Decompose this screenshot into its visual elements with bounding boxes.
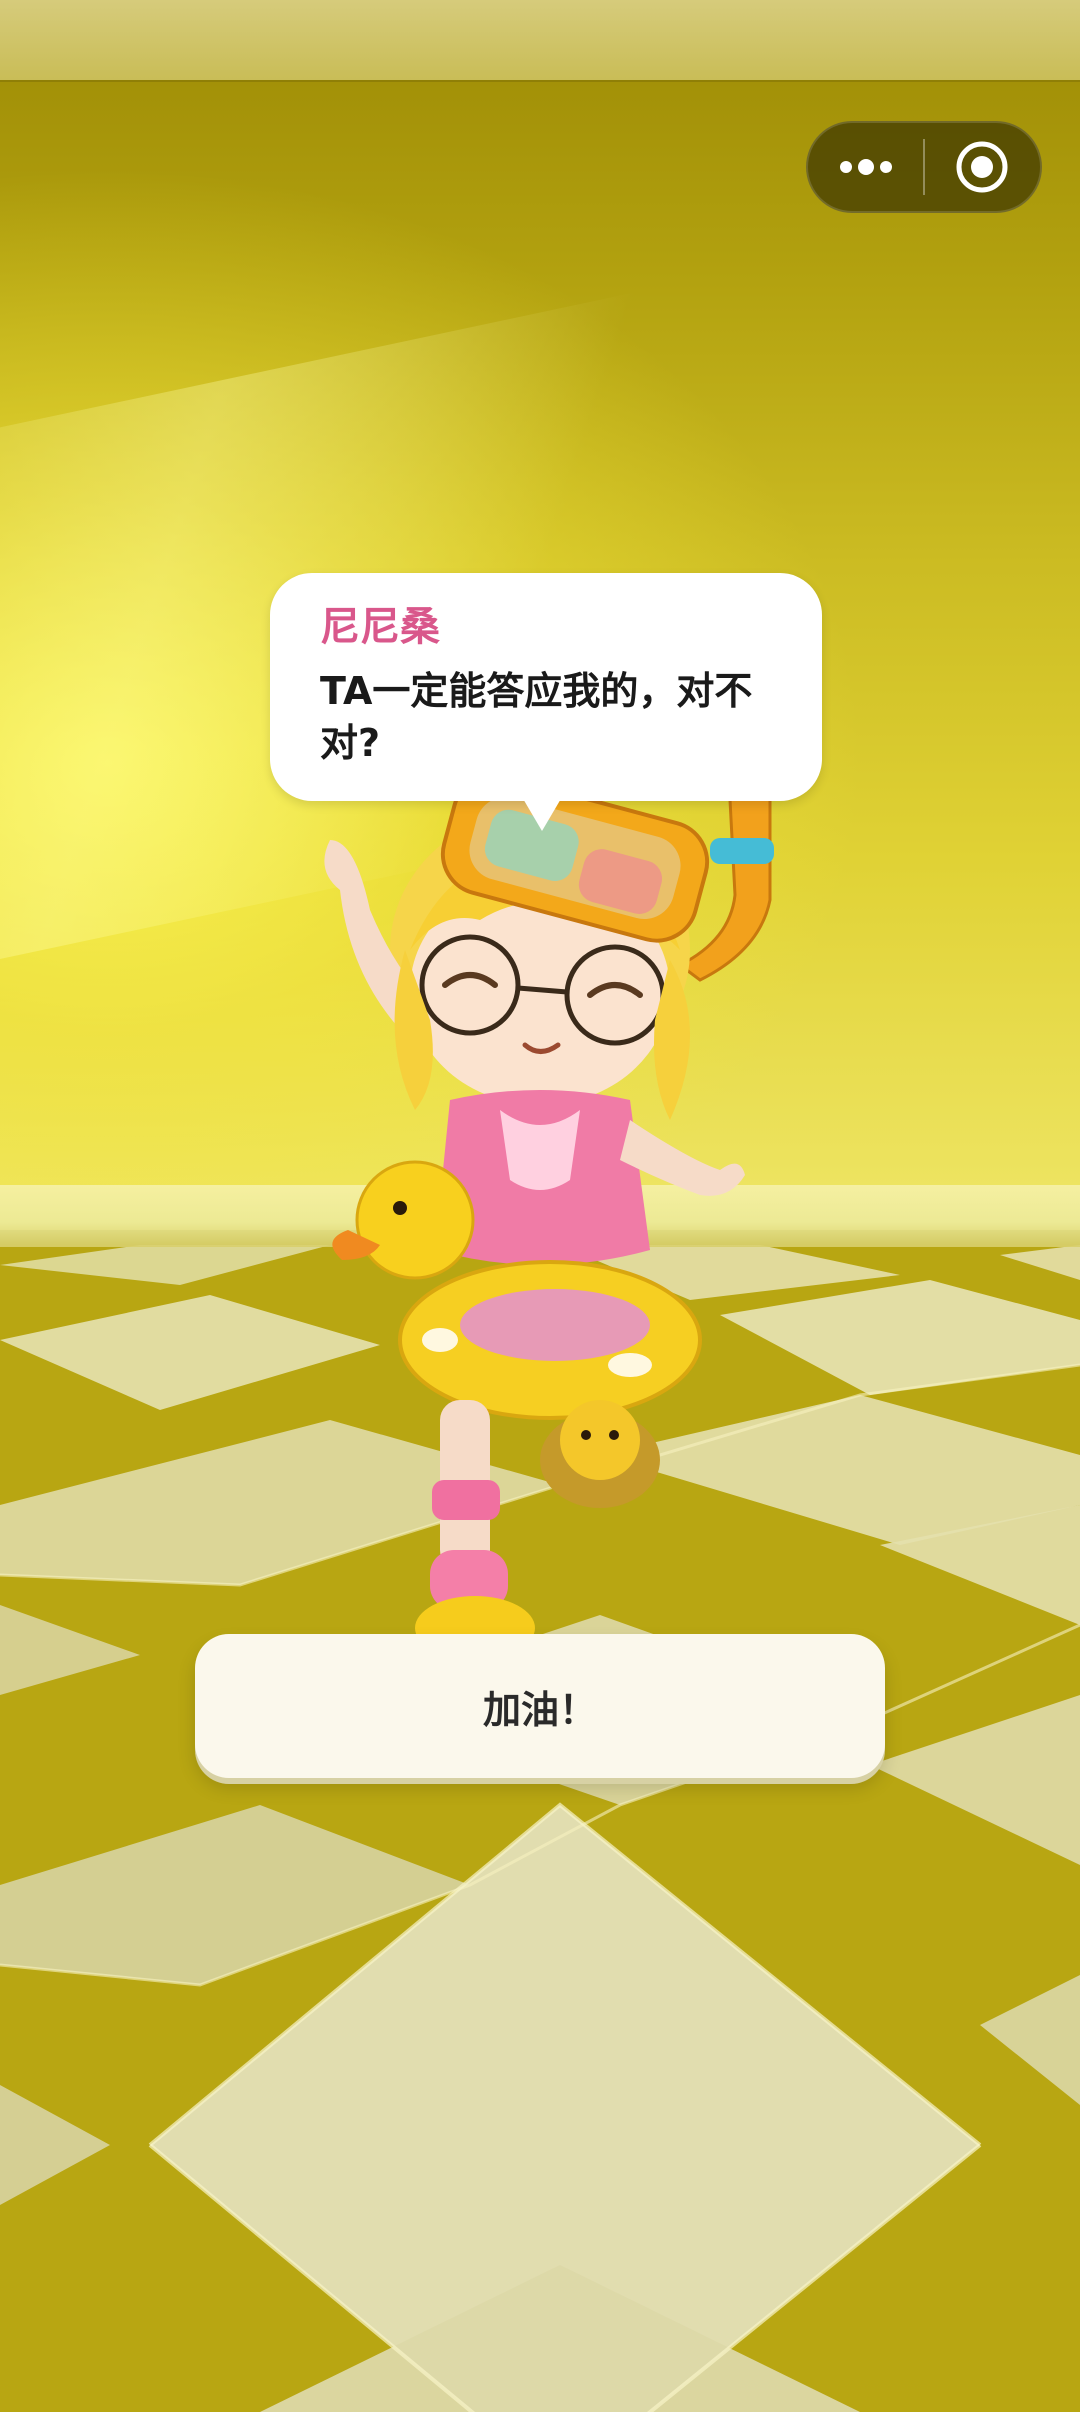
speech-bubble: 尼尼桑 TA一定能答应我的，对不对? xyxy=(270,573,822,801)
speech-bubble-tail xyxy=(522,797,562,831)
speaker-name: 尼尼桑 xyxy=(320,604,440,650)
choice-button-cheer[interactable]: 加油！ xyxy=(195,1634,885,1778)
character-figure xyxy=(324,773,774,1660)
more-dots-icon xyxy=(839,159,892,175)
dialog-line: TA一定能答应我的，对不对? xyxy=(320,669,753,765)
target-circle-icon xyxy=(956,141,1008,193)
game-scene: 尼尼桑 TA一定能答应我的，对不对? 加油！ xyxy=(0,0,1080,2412)
more-button[interactable] xyxy=(808,123,923,211)
mini-program-capsule xyxy=(806,121,1042,213)
close-button[interactable] xyxy=(925,123,1040,211)
status-bar-area xyxy=(0,0,1080,82)
character-illustration xyxy=(300,773,800,1660)
